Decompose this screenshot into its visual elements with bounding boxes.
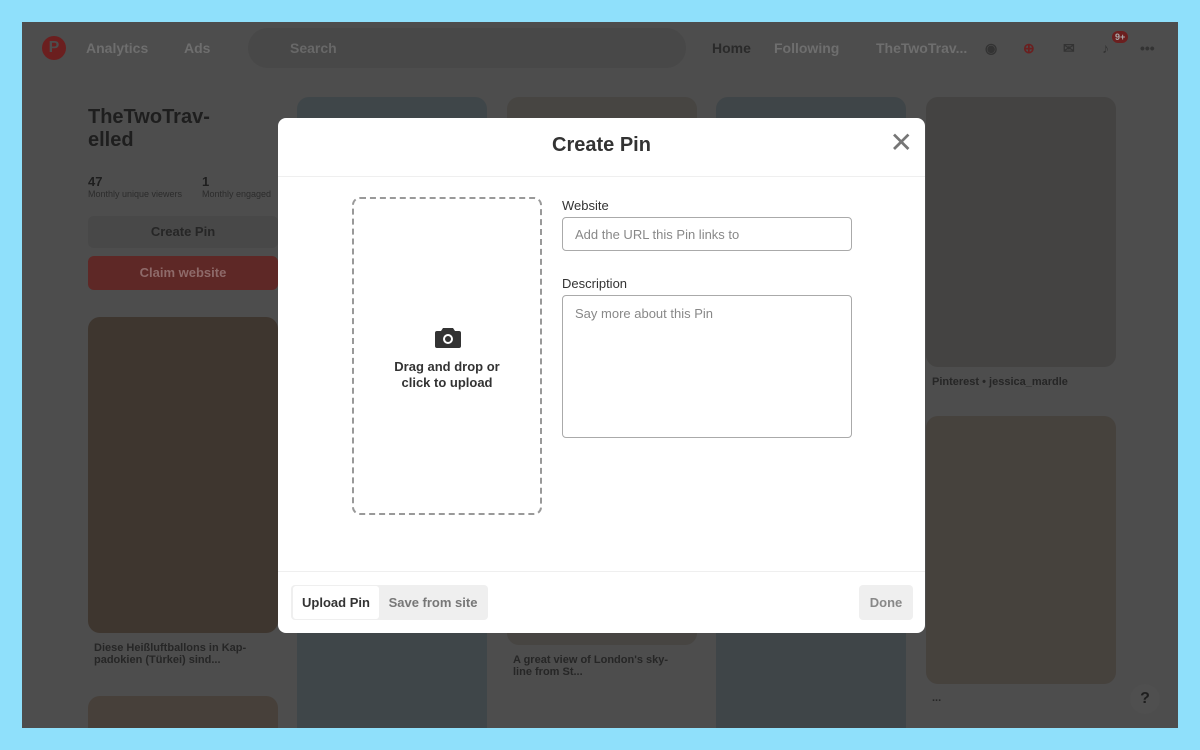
camera-icon [435, 328, 461, 348]
website-label: Website [562, 198, 609, 213]
claim-website-button[interactable]: Claim website [88, 256, 278, 290]
description-input[interactable] [562, 295, 852, 438]
viewers-count: 47 [88, 174, 103, 189]
modal-title: Create Pin [552, 134, 651, 156]
pin-image[interactable] [926, 97, 1116, 367]
engaged-count: 1 [202, 174, 210, 189]
create-pin-modal: Create Pin ✕ Drag and drop or click to u… [278, 118, 925, 633]
add-icon[interactable]: ⊕ [1023, 40, 1035, 57]
divider [278, 571, 925, 572]
upload-text: Drag and drop or click to upload [394, 359, 500, 390]
engaged-label: Monthly engaged [202, 189, 272, 199]
pin-image[interactable] [88, 317, 278, 633]
tab-save-from-site[interactable]: Save from site [380, 586, 486, 619]
nav-profile[interactable]: TheTwoTrav... [876, 40, 967, 56]
messages-icon[interactable]: ✉ [1063, 40, 1075, 57]
pin-caption[interactable]: Diese Heißluftballons in Kap-padokien (T… [94, 642, 254, 666]
notifications-icon[interactable]: ♪ [1102, 40, 1109, 56]
search-placeholder: Search [290, 40, 337, 56]
description-label: Description [562, 276, 628, 291]
tab-upload-pin[interactable]: Upload Pin [293, 586, 379, 619]
done-button[interactable]: Done [859, 585, 913, 620]
analytics-menu[interactable]: Analytics [86, 40, 148, 56]
notifications-badge: 9+ [1112, 31, 1129, 43]
close-icon[interactable]: ✕ [890, 126, 913, 159]
more-icon[interactable]: ••• [1140, 40, 1155, 56]
top-nav: P Analytics Ads Search Home Following Th… [22, 22, 1178, 74]
pin-image[interactable] [88, 696, 278, 728]
pinterest-page-dimmed[interactable]: P Analytics Ads Search Home Following Th… [22, 22, 1178, 728]
help-button[interactable]: ? [1130, 684, 1160, 714]
search-input[interactable]: Search [248, 28, 686, 68]
pin-image[interactable] [926, 416, 1116, 684]
profile-name: TheTwoTrav-elled [88, 106, 210, 151]
ads-menu[interactable]: Ads [184, 40, 210, 56]
compass-icon[interactable]: ◉ [985, 40, 997, 57]
pin-caption[interactable]: Pinterest • jessica_mardle [932, 376, 1092, 388]
divider [278, 176, 925, 177]
create-pin-button[interactable]: Create Pin [88, 216, 278, 248]
viewers-label: Monthly unique viewers [88, 189, 183, 199]
upload-dropzone[interactable]: Drag and drop or click to upload [352, 197, 542, 515]
pin-caption[interactable]: A great view of London's sky-line from S… [513, 654, 673, 678]
pinterest-logo-icon[interactable]: P [42, 36, 66, 60]
nav-following[interactable]: Following [774, 40, 839, 56]
website-input[interactable] [562, 217, 852, 251]
nav-home[interactable]: Home [712, 40, 751, 56]
pin-caption[interactable]: ... [932, 692, 1092, 704]
